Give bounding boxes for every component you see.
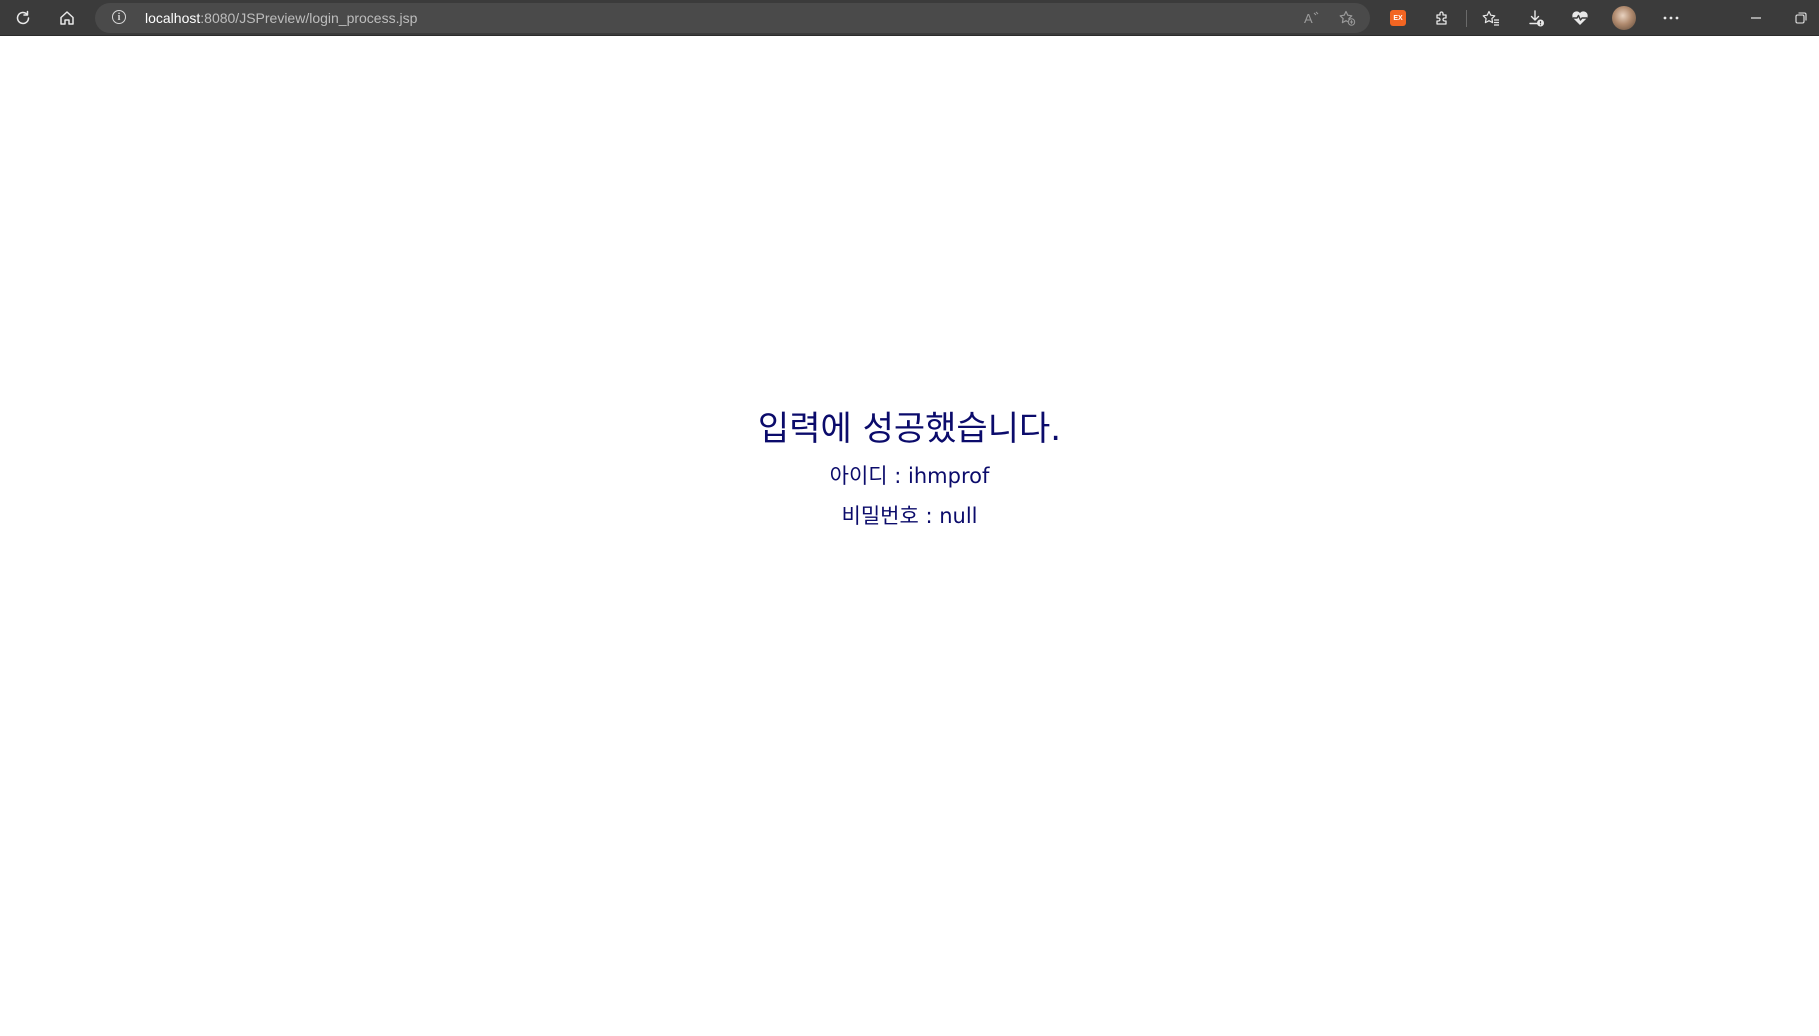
extension-button[interactable]: EX [1383,4,1413,32]
profile-button[interactable] [1609,4,1639,32]
avatar [1612,6,1636,30]
browser-toolbar: i localhost:8080/JSPreview/login_process… [0,0,1819,36]
restore-icon[interactable] [1786,4,1816,32]
home-icon[interactable] [52,4,82,32]
toolbar-divider [1466,10,1467,27]
password-line: 비밀번호 : null [841,504,978,528]
user-id-line: 아이디 : ihmprof [829,464,990,488]
url-path: :8080/JSPreview/login_process.jsp [200,10,418,26]
add-favorite-icon[interactable] [1332,4,1362,32]
heart-pulse-icon[interactable] [1565,4,1595,32]
favorites-icon[interactable] [1476,4,1506,32]
info-icon[interactable]: i [112,10,126,24]
extension-badge: EX [1390,10,1406,26]
more-icon[interactable] [1656,4,1686,32]
svg-text:A: A [1304,11,1313,26]
minimize-icon[interactable] [1741,4,1771,32]
download-icon[interactable] [1521,4,1551,32]
url-text[interactable]: localhost:8080/JSPreview/login_process.j… [145,10,417,26]
read-aloud-icon[interactable]: A [1297,4,1327,32]
address-bar[interactable]: i localhost:8080/JSPreview/login_process… [95,3,1370,33]
url-host: localhost [145,10,201,26]
success-heading: 입력에 성공했습니다. [757,409,1062,449]
puzzle-icon[interactable] [1427,4,1457,32]
refresh-icon[interactable] [8,4,38,32]
